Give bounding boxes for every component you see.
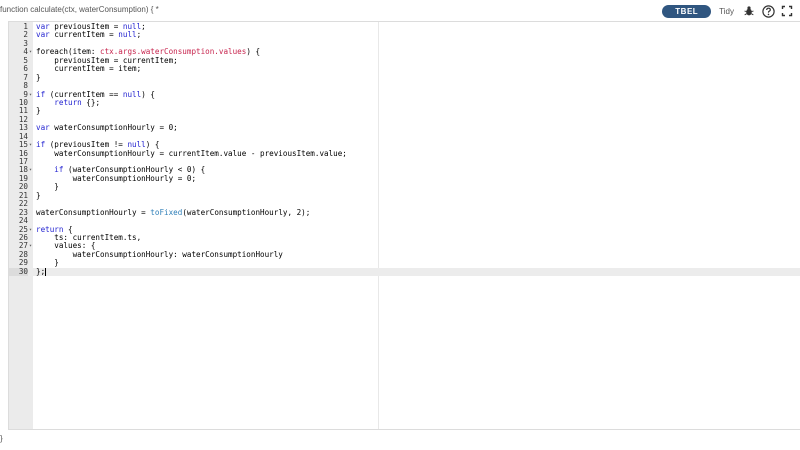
code-line[interactable]: 19 waterConsumptionHourly = 0; bbox=[9, 173, 800, 183]
fullscreen-icon[interactable] bbox=[780, 4, 794, 18]
code-line[interactable]: 26 ts: currentItem.ts, bbox=[9, 233, 800, 242]
fold-toggle-icon[interactable]: ▾ bbox=[28, 91, 33, 99]
code-token: ; bbox=[136, 30, 142, 40]
code-token: }; bbox=[36, 266, 46, 276]
code-line[interactable]: 20 } bbox=[9, 182, 800, 191]
text-cursor bbox=[45, 267, 47, 276]
help-icon[interactable] bbox=[761, 4, 775, 18]
code-line[interactable]: 10 return {}; bbox=[9, 97, 800, 107]
script-language-toggle[interactable]: TBEL bbox=[662, 4, 712, 18]
code-line[interactable]: 21} bbox=[9, 190, 800, 200]
code-token: toFixed bbox=[150, 207, 183, 217]
code-line[interactable]: 30}; bbox=[9, 266, 800, 277]
code-line[interactable]: 28 waterConsumptionHourly: waterConsumpt… bbox=[9, 249, 800, 259]
code-text: waterConsumptionHourly = currentItem.val… bbox=[36, 148, 347, 158]
code-token: waterConsumptionHourly = currentItem.val… bbox=[36, 148, 347, 158]
code-text: var currentItem = null; bbox=[36, 31, 141, 39]
code-token: } bbox=[36, 190, 41, 200]
code-token: ) { bbox=[141, 89, 155, 99]
code-token: } bbox=[36, 106, 41, 116]
code-line[interactable]: 6 currentItem = item; bbox=[9, 64, 800, 74]
code-line[interactable]: 7} bbox=[9, 72, 800, 82]
function-signature-header: function calculate(ctx, waterConsumption… bbox=[0, 5, 159, 14]
tidy-button[interactable]: Tidy bbox=[716, 7, 737, 16]
code-token: var bbox=[36, 123, 50, 133]
code-text: currentItem = item; bbox=[36, 64, 142, 74]
code-line[interactable]: 9 ▾ if (currentItem == null) { bbox=[9, 89, 800, 99]
line-number: 30 bbox=[9, 267, 28, 277]
editor-toolbar: TBEL Tidy bbox=[662, 3, 794, 19]
code-text: } bbox=[36, 107, 41, 115]
code-editor[interactable]: 1 var previousItem = null; 2 var currentIte… bbox=[8, 21, 800, 430]
code-line[interactable]: 11} bbox=[9, 106, 800, 115]
code-line[interactable]: 13 var waterConsumptionHourly = 0; bbox=[9, 123, 800, 132]
code-text: var waterConsumptionHourly = 0; bbox=[36, 124, 178, 132]
code-line[interactable]: 16 waterConsumptionHourly = currentItem.… bbox=[9, 148, 800, 158]
fold-toggle-icon[interactable]: ▾ bbox=[28, 141, 33, 149]
code-token: currentItem = bbox=[49, 30, 119, 40]
code-line[interactable]: 23 waterConsumptionHourly = toFixed(water… bbox=[9, 207, 800, 217]
code-token: {}; bbox=[81, 97, 101, 107]
code-token: } bbox=[36, 72, 41, 82]
code-content[interactable]: 1 var previousItem = null; 2 var currentIte… bbox=[9, 22, 800, 277]
fold-toggle-icon[interactable]: ▾ bbox=[28, 226, 33, 234]
bug-icon[interactable] bbox=[742, 4, 756, 18]
code-line[interactable]: 2 var currentItem = null; bbox=[9, 30, 800, 39]
code-token: (waterConsumptionHourly, 2); bbox=[182, 207, 311, 217]
code-token: waterConsumptionHourly = 0; bbox=[49, 123, 178, 133]
code-token: waterConsumptionHourly = bbox=[36, 207, 151, 217]
code-token: var bbox=[36, 30, 50, 40]
code-token: ) { bbox=[246, 47, 261, 57]
fold-toggle-icon[interactable]: ▾ bbox=[28, 166, 33, 174]
code-token: return bbox=[54, 97, 82, 107]
code-text: } bbox=[36, 190, 41, 200]
code-text: waterConsumptionHourly: waterConsumption… bbox=[36, 249, 283, 259]
code-token: ; bbox=[141, 22, 146, 31]
function-closing-brace: } bbox=[0, 434, 3, 443]
code-text: }; bbox=[36, 266, 47, 276]
code-token: waterConsumptionHourly: waterConsumption… bbox=[36, 249, 283, 259]
code-text: waterConsumptionHourly = toFixed(waterCo… bbox=[36, 207, 311, 217]
code-line[interactable]: 24 bbox=[9, 216, 800, 225]
code-token: currentItem = item; bbox=[36, 64, 142, 74]
code-token: null bbox=[118, 30, 137, 40]
fold-toggle-icon[interactable]: ▾ bbox=[28, 48, 33, 56]
code-text: waterConsumptionHourly = 0; bbox=[36, 173, 197, 183]
code-token: waterConsumptionHourly = 0; bbox=[36, 173, 197, 183]
code-text: } bbox=[36, 72, 41, 82]
code-text: return {}; bbox=[36, 97, 101, 107]
code-line[interactable]: 29 } bbox=[9, 258, 800, 267]
fold-toggle-icon[interactable]: ▾ bbox=[28, 242, 33, 250]
code-token: null bbox=[122, 89, 142, 99]
